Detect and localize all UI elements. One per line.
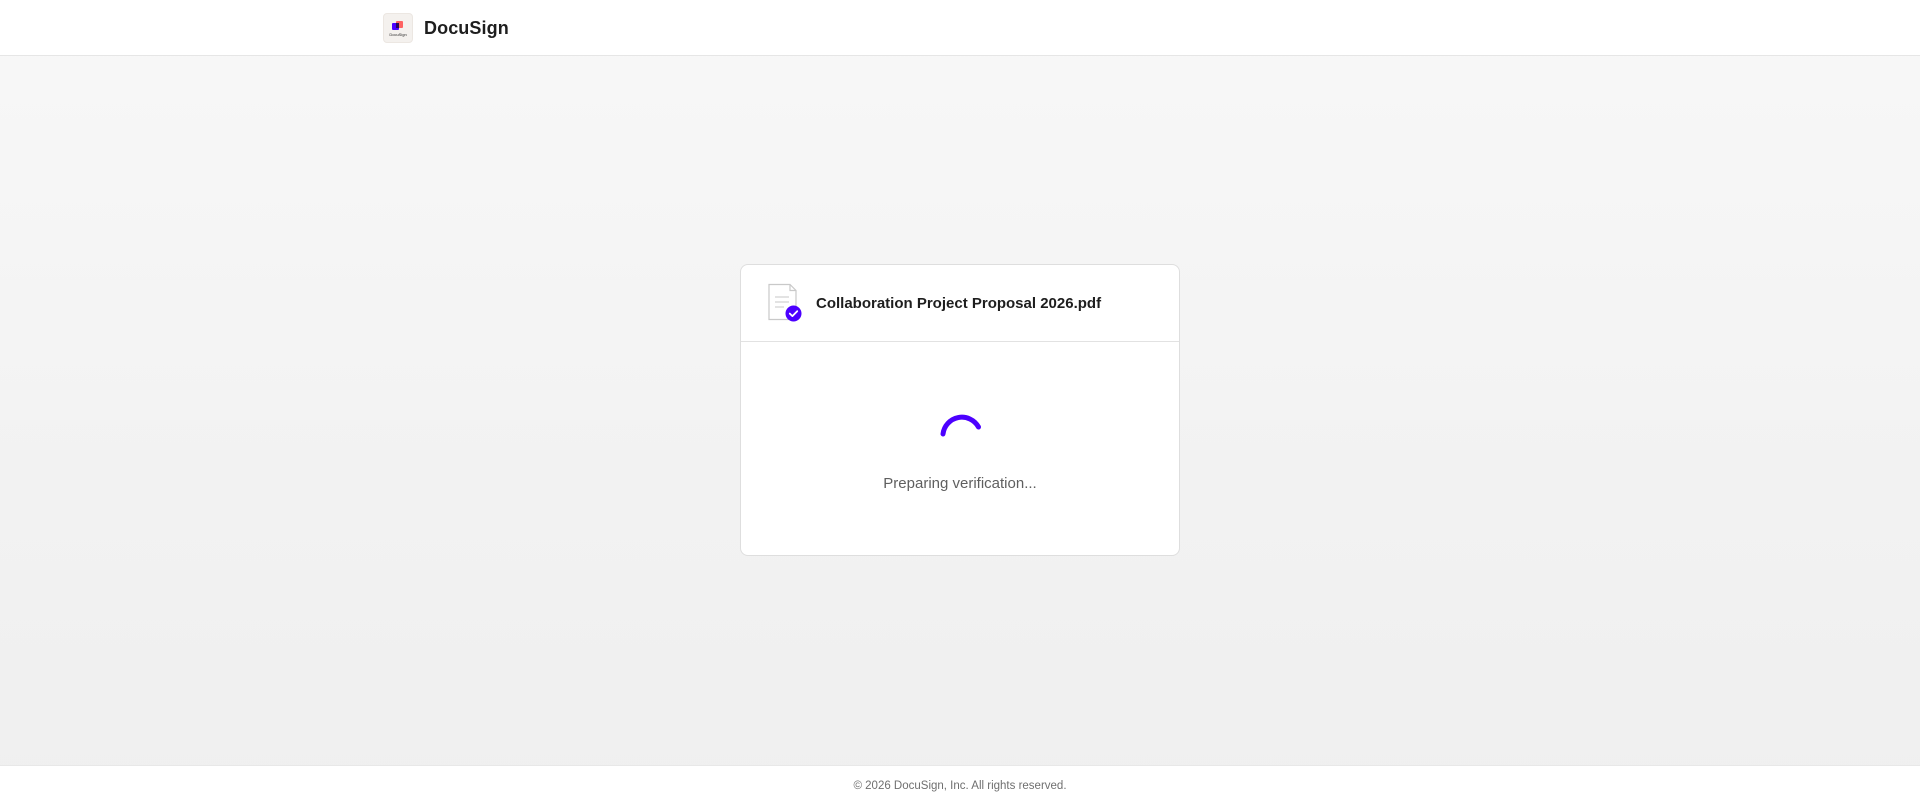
loading-spinner-icon bbox=[940, 414, 981, 437]
top-bar: DocuSign DocuSign bbox=[0, 0, 1920, 56]
docusign-logo-icon: DocuSign bbox=[383, 13, 413, 43]
card-header: Collaboration Project Proposal 2026.pdf bbox=[741, 265, 1179, 342]
document-file-name: Collaboration Project Proposal 2026.pdf bbox=[816, 295, 1102, 312]
card-body: Preparing verification... bbox=[741, 342, 1179, 555]
brand-home-link[interactable]: DocuSign DocuSign bbox=[383, 13, 509, 43]
logo-text: DocuSign bbox=[389, 31, 407, 37]
brand-name: DocuSign bbox=[424, 17, 509, 38]
status-message: Preparing verification... bbox=[883, 475, 1037, 492]
copyright-text: © 2026 DocuSign, Inc. All rights reserve… bbox=[853, 780, 1067, 792]
verification-card: Collaboration Project Proposal 2026.pdf … bbox=[740, 264, 1180, 556]
footer: © 2026 DocuSign, Inc. All rights reserve… bbox=[0, 765, 1920, 807]
document-check-icon bbox=[767, 283, 803, 323]
